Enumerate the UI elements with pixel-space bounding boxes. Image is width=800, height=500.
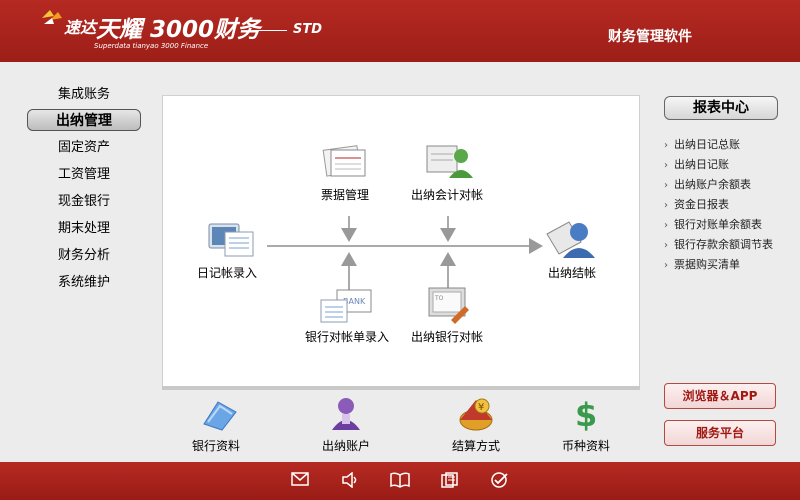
brand-logo-icon xyxy=(42,10,62,24)
app-category-label: 财务管理软件 xyxy=(608,29,692,45)
nav-item-fixed-assets[interactable]: 固定资产 xyxy=(27,137,141,159)
settlement-method-button[interactable]: ¥ xyxy=(456,396,496,436)
basic-data-bar: 银行资料 出纳账户 ¥ 结算方式 $ 币种资料 xyxy=(162,390,640,462)
left-nav: 集成账务 出纳管理 固定资产 工资管理 现金银行 期末处理 财务分析 系统维护 xyxy=(0,62,160,462)
report-link-bank-statement-balance[interactable]: › 银行对账单余额表 xyxy=(664,216,762,232)
cashier-accounting-reconcile-label[interactable]: 出纳会计对帐 xyxy=(411,186,483,203)
settlement-coins-icon: ¥ xyxy=(459,398,493,431)
cashier-closing-label[interactable]: 出纳结帐 xyxy=(548,264,596,281)
cashier-account-button[interactable] xyxy=(328,396,364,436)
chevron-right-icon: › xyxy=(664,220,668,231)
document-icon[interactable] xyxy=(440,472,460,490)
cashier-closing-icon[interactable] xyxy=(545,218,597,264)
settlement-method-label[interactable]: 结算方式 xyxy=(452,437,500,454)
nav-item-cashier-management[interactable]: 出纳管理 xyxy=(27,109,141,131)
cashier-accounting-reconcile-icon[interactable] xyxy=(425,140,475,184)
cashier-bank-reconcile-icon[interactable]: TO xyxy=(425,284,475,328)
check-icon[interactable] xyxy=(490,472,510,490)
mail-icon[interactable] xyxy=(290,472,310,490)
journal-entry-icon[interactable] xyxy=(207,220,257,262)
footer-toolbar xyxy=(0,462,800,500)
bank-data-button[interactable] xyxy=(200,398,240,436)
report-link-account-balance[interactable]: › 出纳账户余额表 xyxy=(664,176,751,192)
cashier-account-label[interactable]: 出纳账户 xyxy=(322,437,370,454)
currency-data-button[interactable]: $ xyxy=(572,396,602,436)
speaker-icon[interactable] xyxy=(340,471,360,490)
product-title: 天耀 3000财务 xyxy=(96,17,261,43)
chevron-right-icon: › xyxy=(664,140,668,151)
chevron-right-icon: › xyxy=(664,240,668,251)
bill-management-icon[interactable] xyxy=(321,142,371,184)
cashier-bank-reconcile-label[interactable]: 出纳银行对帐 xyxy=(411,328,483,345)
chevron-right-icon: › xyxy=(664,260,668,271)
bank-data-label[interactable]: 银行资料 xyxy=(192,437,240,454)
chevron-right-icon: › xyxy=(664,200,668,211)
bill-management-label[interactable]: 票据管理 xyxy=(321,186,369,203)
folder-icon xyxy=(203,401,237,431)
edition-label: STD xyxy=(293,22,323,37)
report-link-daily-fund-report[interactable]: › 资金日报表 xyxy=(664,196,729,212)
cashier-flow-panel: 日记帐录入 票据管理 出纳会计对帐 BANK 银行对帐单录入 TO 出纳银行对帐… xyxy=(162,95,640,387)
currency-data-label[interactable]: 币种资料 xyxy=(562,437,610,454)
svg-text:TO: TO xyxy=(434,295,444,302)
nav-item-integrated-accounting[interactable]: 集成账务 xyxy=(27,84,141,106)
report-link-cashier-journal-ledger[interactable]: › 出纳日记总账 xyxy=(664,136,740,152)
header-bar: 速达 天耀 3000财务 Superdata tianyao 3000 Fina… xyxy=(0,0,800,62)
nav-item-payroll[interactable]: 工资管理 xyxy=(27,164,141,186)
book-icon[interactable] xyxy=(390,472,410,490)
chevron-right-icon: › xyxy=(664,160,668,171)
report-center-button[interactable]: 报表中心 xyxy=(664,96,778,120)
chevron-right-icon: › xyxy=(664,180,668,191)
nav-item-cash-bank[interactable]: 现金银行 xyxy=(27,191,141,213)
nav-item-financial-analysis[interactable]: 财务分析 xyxy=(27,245,141,267)
product-subtitle: Superdata tianyao 3000 Finance xyxy=(94,42,209,50)
nav-item-period-end[interactable]: 期末处理 xyxy=(27,218,141,240)
currency-icon: $ xyxy=(575,396,597,434)
brand-name: 速达 xyxy=(64,18,97,37)
bank-statement-entry-label[interactable]: 银行对帐单录入 xyxy=(305,328,389,345)
journal-entry-label[interactable]: 日记帐录入 xyxy=(197,264,257,281)
nav-item-system-maintenance[interactable]: 系统维护 xyxy=(27,272,141,294)
bank-statement-entry-icon[interactable]: BANK xyxy=(319,286,375,330)
svg-text:$: $ xyxy=(575,396,597,432)
svg-text:¥: ¥ xyxy=(478,402,484,413)
report-link-bank-deposit-reconciliation[interactable]: › 银行存款余额调节表 xyxy=(664,236,773,252)
service-platform-button[interactable]: 服务平台 xyxy=(664,420,776,446)
report-link-bill-purchase-list[interactable]: › 票据购买清单 xyxy=(664,256,740,272)
report-link-cashier-journal[interactable]: › 出纳日记账 xyxy=(664,156,729,172)
browser-app-button[interactable]: 浏览器＆APP xyxy=(664,383,776,409)
user-account-icon xyxy=(332,398,360,430)
title-divider xyxy=(253,30,287,31)
